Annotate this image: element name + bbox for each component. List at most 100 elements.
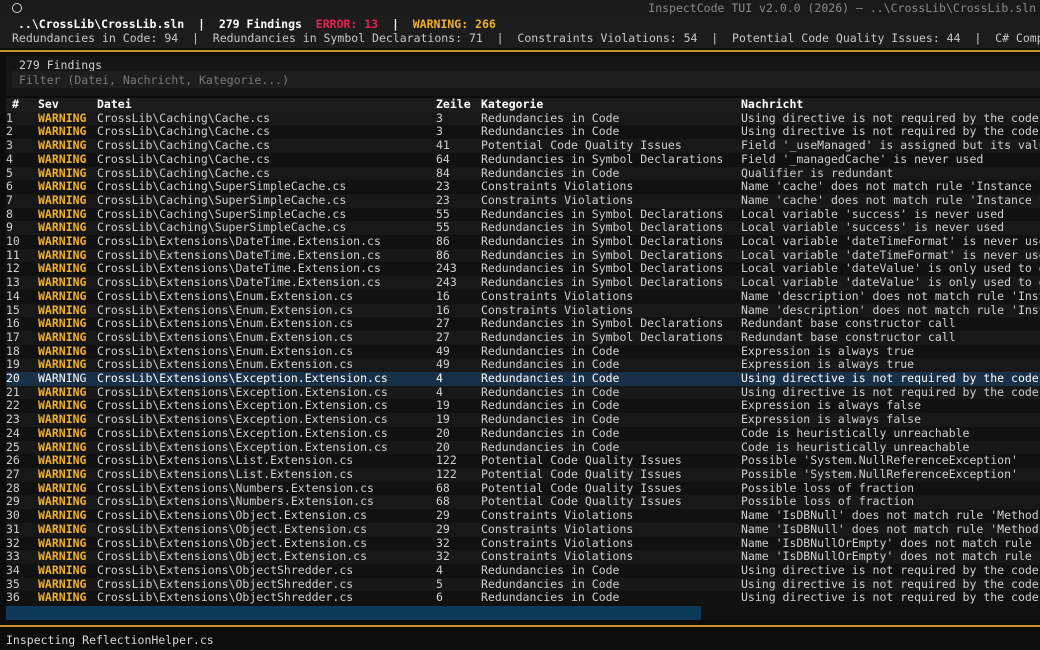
cell-line: 55: [436, 221, 481, 236]
table-row[interactable]: 20 WARNING CrossLib\Extensions\Exception.E…: [6, 372, 1040, 386]
table-row[interactable]: 23 WARNING CrossLib\Extensions\Exception.E…: [6, 413, 1040, 427]
cell-category: Redundancies in Code: [481, 426, 741, 441]
table-row[interactable]: 6 WARNING CrossLib\Caching\SuperSimpleCach…: [6, 180, 1040, 194]
cell-file: CrossLib\Extensions\Enum.Extension.cs: [97, 303, 436, 318]
table-row[interactable]: 11 WARNING CrossLib\Extensions\DateTime.Ex…: [6, 248, 1040, 263]
cell-line: 4: [436, 563, 481, 578]
cell-severity: WARNING: [38, 303, 97, 318]
cell-number: 36: [6, 591, 38, 606]
cell-line: 4: [436, 385, 481, 400]
cell-file: CrossLib\Extensions\ObjectShredder.cs: [97, 563, 436, 578]
horizontal-scrollbar[interactable]: [6, 606, 1040, 620]
table-row[interactable]: 14 WARNING CrossLib\Extensions\Enum.Extens…: [6, 289, 1040, 304]
table-row[interactable]: 24 WARNING CrossLib\Extensions\Exception.E…: [6, 426, 1040, 441]
column-header-severity[interactable]: Sev: [38, 98, 97, 112]
cell-line: 16: [436, 289, 481, 304]
table-row[interactable]: 30 WARNING CrossLib\Extensions\Object.Exte…: [6, 509, 1040, 523]
table-row[interactable]: 10 WARNING CrossLib\Extensions\DateTime.Ex…: [6, 235, 1040, 249]
column-header-file[interactable]: Datei: [97, 98, 436, 112]
cell-severity: WARNING: [38, 577, 97, 592]
cell-message: Using directive is not required by the c…: [741, 563, 1040, 578]
table-row[interactable]: 2 WARNING CrossLib\Caching\Cache.cs 3 Redund…: [6, 125, 1040, 140]
cell-category: Potential Code Quality Issues: [481, 481, 741, 496]
cell-number: 3: [6, 139, 38, 153]
table-row[interactable]: 1 WARNING CrossLib\Caching\Cache.cs 3 Redund…: [6, 111, 1040, 126]
table-row[interactable]: 13 WARNING CrossLib\Extensions\DateTime.Ex…: [6, 276, 1040, 290]
table-row[interactable]: 25 WARNING CrossLib\Extensions\Exception.E…: [6, 440, 1040, 455]
cell-category: Redundancies in Code: [481, 344, 741, 359]
cell-message: Using directive is not required by the c…: [741, 577, 1040, 592]
table-row[interactable]: 27 WARNING CrossLib\Extensions\List.Extens…: [6, 467, 1040, 482]
cell-severity: WARNING: [38, 454, 97, 468]
cell-severity: WARNING: [38, 522, 97, 537]
cell-category: Redundancies in Code: [481, 111, 741, 126]
table-row[interactable]: 28 WARNING CrossLib\Extensions\Numbers.Ext…: [6, 481, 1040, 496]
table-row[interactable]: 31 WARNING CrossLib\Extensions\Object.Exte…: [6, 522, 1040, 537]
title-bar: InspectCode TUI v2.0.0 (2026) — ..\Cross…: [0, 0, 1040, 16]
table-row[interactable]: 12 WARNING CrossLib\Extensions\DateTime.Ex…: [6, 262, 1040, 277]
cell-number: 30: [6, 509, 38, 523]
cell-line: 27: [436, 317, 481, 331]
cell-message: Local variable 'dateValue' is only used …: [741, 276, 1040, 290]
cell-message: Possible loss of fraction: [741, 481, 1040, 496]
column-header-number[interactable]: #: [6, 98, 38, 112]
table-row[interactable]: 36 WARNING CrossLib\Extensions\ObjectShred…: [6, 591, 1040, 606]
cell-category: Constraints Violations: [481, 509, 741, 523]
cell-message: Using directive is not required by the c…: [741, 125, 1040, 140]
cell-number: 31: [6, 522, 38, 537]
table-row[interactable]: 21 WARNING CrossLib\Extensions\Exception.E…: [6, 385, 1040, 400]
scrollbar-thumb[interactable]: [6, 606, 701, 620]
table-row[interactable]: 4 WARNING CrossLib\Caching\Cache.cs 64 Redun…: [6, 152, 1040, 167]
cell-category: Redundancies in Code: [481, 125, 741, 140]
cell-line: 29: [436, 522, 481, 537]
cell-line: 23: [436, 193, 481, 208]
cell-severity: WARNING: [38, 193, 97, 208]
table-row[interactable]: 35 WARNING CrossLib\Extensions\ObjectShred…: [6, 577, 1040, 592]
cell-message: Name 'IsDBNullOrEmpty' does not match ru…: [741, 536, 1040, 551]
cell-severity: WARNING: [38, 125, 97, 140]
table-row[interactable]: 19 WARNING CrossLib\Extensions\Enum.Extens…: [6, 358, 1040, 373]
table-row[interactable]: 32 WARNING CrossLib\Extensions\Object.Exte…: [6, 536, 1040, 551]
cell-file: CrossLib\Extensions\DateTime.Extension.c…: [97, 276, 436, 290]
cell-severity: WARNING: [38, 111, 97, 126]
cell-severity: WARNING: [38, 330, 97, 345]
table-row[interactable]: 18 WARNING CrossLib\Extensions\Enum.Extens…: [6, 344, 1040, 359]
cell-number: 2: [6, 125, 38, 140]
cell-message: Local variable 'dateTimeFormat' is never…: [741, 235, 1040, 249]
cell-severity: WARNING: [38, 550, 97, 564]
cell-severity: WARNING: [38, 221, 97, 236]
cell-file: CrossLib\Extensions\Enum.Extension.cs: [97, 358, 436, 373]
cell-line: 4: [436, 372, 481, 386]
filter-input[interactable]: [12, 71, 1040, 88]
table-row[interactable]: 29 WARNING CrossLib\Extensions\Numbers.Ext…: [6, 495, 1040, 510]
cell-line: 20: [436, 426, 481, 441]
findings-table[interactable]: # Sev Datei Zeile Kategorie Nachricht 1W…: [6, 98, 1040, 606]
cell-file: CrossLib\Extensions\Object.Extension.cs: [97, 509, 436, 523]
table-row[interactable]: 5 WARNING CrossLib\Caching\Cache.cs 84 Redun…: [6, 166, 1040, 181]
cell-number: 12: [6, 262, 38, 277]
table-row[interactable]: 9 WARNING CrossLib\Caching\SuperSimpleCach…: [6, 221, 1040, 236]
table-row[interactable]: 3 WARNING CrossLib\Caching\Cache.cs 41 Poten…: [6, 139, 1040, 153]
cell-severity: WARNING: [38, 207, 97, 222]
table-row[interactable]: 17 WARNING CrossLib\Extensions\Enum.Extens…: [6, 330, 1040, 345]
table-row[interactable]: 26 WARNING CrossLib\Extensions\List.Extens…: [6, 454, 1040, 468]
cell-category: Constraints Violations: [481, 193, 741, 208]
table-row[interactable]: 16 WARNING CrossLib\Extensions\Enum.Extens…: [6, 317, 1040, 331]
table-row[interactable]: 34 WARNING CrossLib\Extensions\ObjectShred…: [6, 563, 1040, 578]
cell-category: Redundancies in Symbol Declarations: [481, 248, 741, 263]
cell-file: CrossLib\Extensions\Enum.Extension.cs: [97, 344, 436, 359]
filter-box[interactable]: [12, 71, 1040, 88]
column-header-message[interactable]: Nachricht: [741, 98, 1040, 112]
cell-file: CrossLib\Caching\Cache.cs: [97, 139, 436, 153]
cell-message: Expression is always true: [741, 358, 1040, 373]
cell-file: CrossLib\Extensions\Exception.Extension.…: [97, 440, 436, 455]
cell-number: 17: [6, 330, 38, 345]
cell-line: 27: [436, 330, 481, 345]
table-row[interactable]: 8 WARNING CrossLib\Caching\SuperSimpleCach…: [6, 207, 1040, 222]
table-row[interactable]: 33 WARNING CrossLib\Extensions\Object.Exte…: [6, 550, 1040, 564]
column-header-line[interactable]: Zeile: [436, 98, 481, 112]
table-row[interactable]: 15 WARNING CrossLib\Extensions\Enum.Extens…: [6, 303, 1040, 318]
table-row[interactable]: 7 WARNING CrossLib\Caching\SuperSimpleCach…: [6, 193, 1040, 208]
column-header-category[interactable]: Kategorie: [481, 98, 741, 112]
table-row[interactable]: 22 WARNING CrossLib\Extensions\Exception.E…: [6, 399, 1040, 414]
